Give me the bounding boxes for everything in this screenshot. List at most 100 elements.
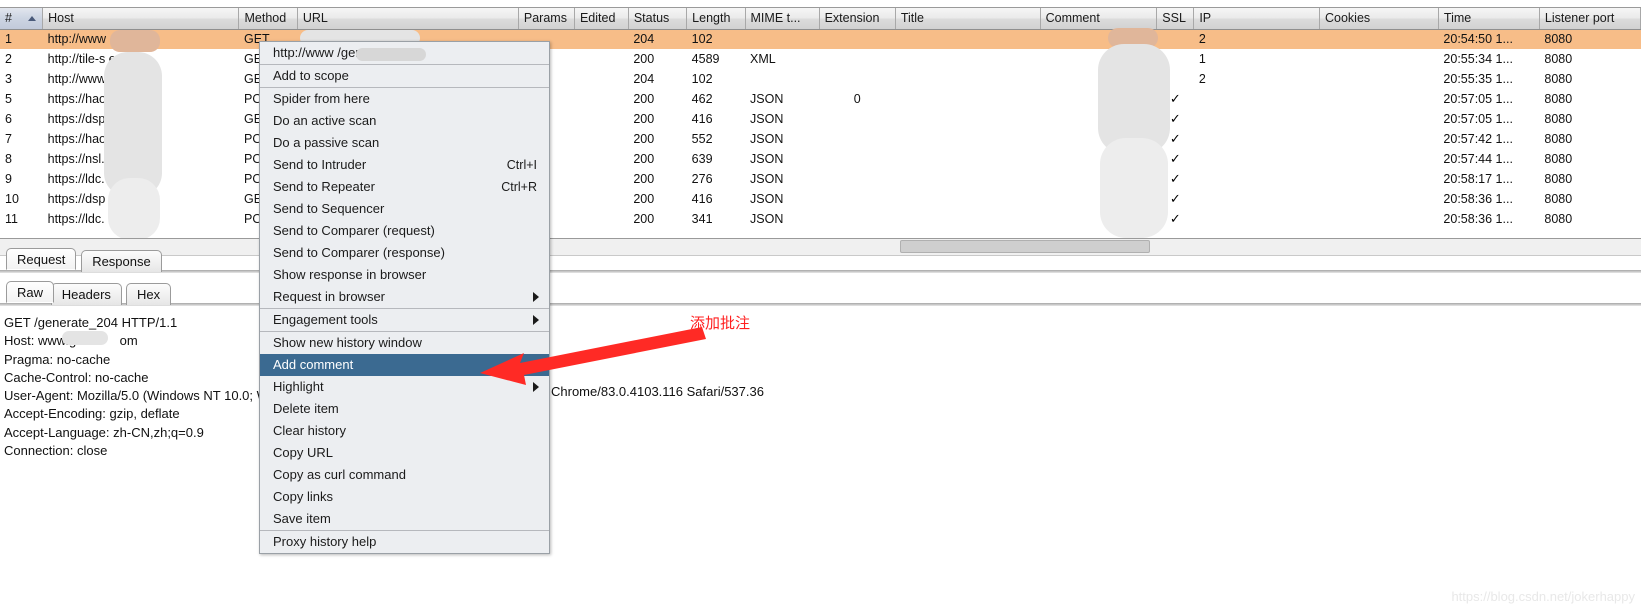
cell-ip bbox=[1193, 189, 1320, 209]
cell-ip bbox=[1193, 169, 1320, 189]
table-row[interactable]: 6 https://dsp :om.cn GET 200 416 JSON ✓ 20:57:0… bbox=[0, 109, 1641, 129]
table-row[interactable]: 1 http://www .com GET 204 102 2 20:54:50 1... 8… bbox=[0, 29, 1641, 49]
column-header-length[interactable]: Length bbox=[686, 8, 746, 30]
table-row[interactable]: 5https://hao om.cnPOST200462JSON0✓20:57:… bbox=[0, 89, 1641, 109]
menu-item-send-to-repeater[interactable]: Send to Repeater Ctrl+R bbox=[260, 176, 549, 198]
cell-listener_port: 8080 bbox=[1539, 89, 1641, 109]
column-header-time[interactable]: Time bbox=[1438, 8, 1540, 30]
menu-item-label: Spider from here bbox=[273, 91, 370, 106]
ssl-check-icon: ✓ bbox=[1169, 191, 1181, 206]
raw-request-line: Connection: close bbox=[4, 443, 108, 459]
menu-item-copy-as-curl-command[interactable]: Copy as curl command bbox=[260, 464, 549, 486]
table-row[interactable]: 10 https://dsp o.com.cn GET 200 416 JSON ✓ 20:5… bbox=[0, 189, 1641, 209]
menu-item-label: Add to scope bbox=[273, 68, 349, 83]
cell-listener_port: 8080 bbox=[1539, 49, 1641, 69]
tab-response[interactable]: Response bbox=[81, 250, 162, 272]
tab-raw[interactable]: Raw bbox=[6, 281, 55, 303]
column-header-label: Title bbox=[900, 11, 925, 26]
cell-extension bbox=[819, 109, 896, 129]
menu-item-send-to-comparer-request[interactable]: Send to Comparer (request) bbox=[260, 220, 549, 242]
menu-item-request-in-browser[interactable]: Request in browser bbox=[260, 286, 549, 308]
table-row[interactable]: 7https://hao com.cnPOST200552JSON✓20:57:… bbox=[0, 129, 1641, 149]
column-header-ip[interactable]: IP bbox=[1193, 8, 1320, 30]
cell-ssl: ✓ bbox=[1156, 89, 1194, 109]
cell-ssl: ✓ bbox=[1156, 149, 1194, 169]
cell-mime: JSON bbox=[745, 129, 820, 149]
ssl-check-icon: ✓ bbox=[1169, 171, 1181, 186]
menu-item-highlight[interactable]: Highlight bbox=[260, 376, 549, 398]
cell-mime: JSON bbox=[745, 209, 820, 229]
menu-item-clear-history[interactable]: Clear history bbox=[260, 420, 549, 442]
raw-headers-hex-tabbar: Raw Headers Hex bbox=[0, 281, 1641, 305]
cell-num: 8 bbox=[0, 149, 43, 169]
cell-title bbox=[895, 69, 1041, 89]
menu-item-copy-links[interactable]: Copy links bbox=[260, 486, 549, 508]
column-header-method[interactable]: Method bbox=[238, 8, 298, 30]
column-header-ssl[interactable]: SSL bbox=[1156, 8, 1195, 30]
menu-item-save-item[interactable]: Save item bbox=[260, 508, 549, 530]
cell-status: 200 bbox=[628, 89, 687, 109]
ssl-check-icon: ✓ bbox=[1169, 211, 1181, 226]
cell-length: 552 bbox=[686, 129, 746, 149]
menu-item-do-an-active-scan[interactable]: Do an active scan bbox=[260, 110, 549, 132]
column-header-title[interactable]: Title bbox=[895, 8, 1041, 30]
menu-item-add-to-scope[interactable]: Add to scope bbox=[260, 65, 549, 87]
tab-headers[interactable]: Headers bbox=[50, 283, 122, 305]
column-header-extension[interactable]: Extension bbox=[819, 8, 896, 30]
column-header-host[interactable]: Host bbox=[42, 8, 240, 30]
cell-ip bbox=[1193, 149, 1320, 169]
cell-ssl: ✓ bbox=[1156, 209, 1194, 229]
cell-ip: 2 bbox=[1193, 69, 1320, 89]
column-header-label: Params bbox=[523, 11, 567, 26]
column-header-params[interactable]: Params bbox=[518, 8, 575, 30]
column-header-label: Listener port bbox=[1544, 11, 1615, 26]
raw-request-useragent-tail: Chrome/83.0.4103.116 Safari/537.36 bbox=[551, 384, 764, 399]
menu-item-add-comment[interactable]: Add comment bbox=[260, 354, 549, 376]
column-header-num[interactable]: # bbox=[0, 8, 44, 30]
cell-host: https://ldc. com.cn bbox=[42, 209, 239, 229]
column-header-label: Status bbox=[633, 11, 670, 26]
column-header-label: URL bbox=[302, 11, 328, 26]
column-header-url[interactable]: URL bbox=[297, 8, 519, 30]
tab-hex[interactable]: Hex bbox=[126, 283, 172, 305]
menu-item-engagement-tools[interactable]: Engagement tools bbox=[260, 309, 549, 331]
menu-item-send-to-sequencer[interactable]: Send to Sequencer bbox=[260, 198, 549, 220]
context-menu[interactable]: http://www /generate_204 Add to scope Spid… bbox=[259, 41, 550, 554]
cell-length: 102 bbox=[686, 69, 746, 89]
menu-item-do-a-passive-scan[interactable]: Do a passive scan bbox=[260, 132, 549, 154]
menu-item-copy-url[interactable]: Copy URL bbox=[260, 442, 549, 464]
menu-item-label: Send to Comparer (request) bbox=[273, 223, 435, 238]
proxy-history-table-container[interactable]: # Host Method URL Params Edited Status Length MI… bbox=[0, 8, 1641, 238]
menu-item-proxy-history-help[interactable]: Proxy history help bbox=[260, 531, 549, 553]
table-row[interactable]: 8https://nsl. com.cnPOST200639JSON✓20:57… bbox=[0, 149, 1641, 169]
menu-item-spider-from-here[interactable]: Spider from here bbox=[260, 88, 549, 110]
table-row[interactable]: 11https://ldc. com.cnPOST200341JSON✓20:5… bbox=[0, 209, 1641, 229]
tab-request[interactable]: Request bbox=[6, 248, 77, 270]
cell-ssl: ✓ bbox=[1156, 189, 1194, 209]
column-header-mime[interactable]: MIME t... bbox=[745, 8, 820, 30]
menu-item-label: Copy links bbox=[273, 489, 333, 504]
table-row[interactable]: 9https://ldc. com.cnPOST200276JSON✓20:58… bbox=[0, 169, 1641, 189]
menu-item-http-www-generate-204[interactable]: http://www /generate_204 bbox=[260, 42, 549, 64]
table-row[interactable]: 2 http://tile-s eather.... GET 200 4589 XML 1 2… bbox=[0, 49, 1641, 69]
cell-time: 20:58:36 1... bbox=[1438, 189, 1540, 209]
menu-item-shortcut: Ctrl+I bbox=[506, 158, 537, 172]
raw-request-panel[interactable]: GET /generate_204 HTTP/1.1 Host: www.g om… bbox=[0, 309, 1641, 608]
column-header-comment[interactable]: Comment bbox=[1040, 8, 1158, 30]
menu-item-send-to-intruder[interactable]: Send to Intruder Ctrl+I bbox=[260, 154, 549, 176]
column-header-status[interactable]: Status bbox=[628, 8, 688, 30]
column-header-cookies[interactable]: Cookies bbox=[1319, 8, 1439, 30]
menu-item-show-response-in-browser[interactable]: Show response in browser bbox=[260, 264, 549, 286]
menu-item-show-new-history-window[interactable]: Show new history window bbox=[260, 332, 549, 354]
cell-length: 416 bbox=[686, 109, 746, 129]
cell-cookies bbox=[1319, 149, 1439, 169]
menu-item-send-to-comparer-response[interactable]: Send to Comparer (response) bbox=[260, 242, 549, 264]
menu-item-delete-item[interactable]: Delete item bbox=[260, 398, 549, 420]
column-header-edited[interactable]: Edited bbox=[574, 8, 629, 30]
cell-extension bbox=[819, 129, 896, 149]
cell-title bbox=[895, 209, 1041, 229]
menu-item-label: Proxy history help bbox=[273, 534, 377, 549]
column-header-listener_port[interactable]: Listener port bbox=[1539, 8, 1641, 30]
menu-item-label: Show response in browser bbox=[273, 267, 427, 282]
table-row[interactable]: 3 http://www :om GET 204 102 2 20:55:35 1... 80… bbox=[0, 69, 1641, 89]
